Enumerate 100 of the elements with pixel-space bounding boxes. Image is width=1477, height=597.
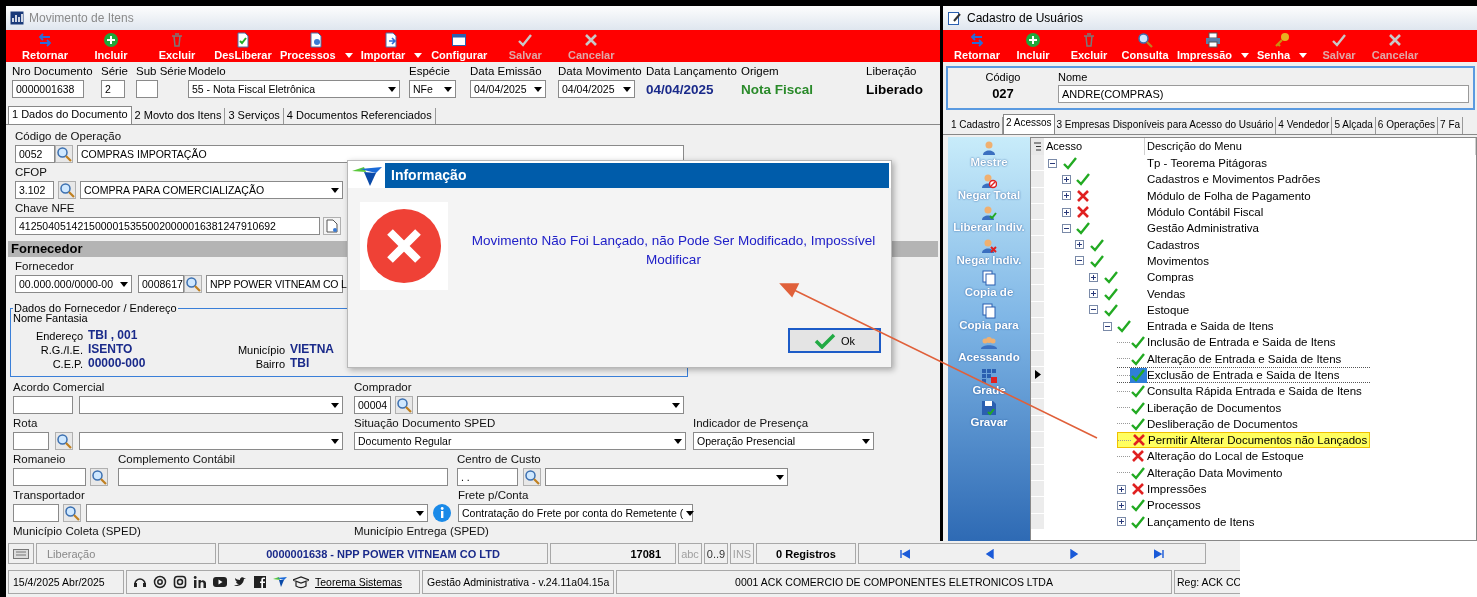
expander-toggle[interactable] [1116,500,1126,510]
search-button[interactable] [90,468,108,486]
expander-toggle[interactable] [1048,158,1057,168]
input-field[interactable]: 41250405142150000153550020000016381247910692 [15,217,320,235]
input-field[interactable]: 3.102 [15,181,54,199]
facebook-icon[interactable] [253,575,267,589]
tab[interactable]: 5 Alçada [1332,117,1376,134]
toolbar-button[interactable]: Retornar [949,32,1005,61]
tab[interactable]: 6 Operações [1375,117,1439,134]
tree-row[interactable]: Impressões [1031,480,1476,498]
tree-row[interactable]: Vendas [1031,285,1476,302]
input-field[interactable]: 00004 [354,396,391,414]
tab[interactable]: 4 Vendedor [1276,117,1333,134]
input-field[interactable] [118,468,448,486]
tree-row[interactable]: Consulta Rápida Entrada e Saida de Itens [1031,383,1476,400]
toolbar-button[interactable]: Senha [1253,32,1312,61]
search-button[interactable] [184,275,202,293]
input-field[interactable] [13,432,49,450]
company-link[interactable]: Teorema Sistemas [315,576,402,588]
dropdown[interactable] [79,396,343,414]
tab[interactable]: 1 Cadastro [949,117,1003,134]
tree-row[interactable]: Alteração Data Movimento [1031,464,1476,481]
expander-toggle[interactable] [1116,484,1126,494]
search-button[interactable] [55,145,73,163]
dropdown[interactable]: Contratação do Frete por conta do Remetente ( [458,504,693,522]
dropdown[interactable]: 55 - Nota Fiscal Eletrônica [188,80,400,98]
expander-toggle[interactable] [1089,305,1099,315]
ok-button[interactable]: Ok [788,328,881,353]
tree-row[interactable]: Movimentos [1031,252,1476,270]
toolbar-button[interactable]: DesLiberar [210,32,276,61]
linkedin-icon[interactable] [193,575,207,589]
tree-row[interactable]: Compras [1031,269,1476,286]
dropdown[interactable]: Operação Presencial [693,432,874,450]
tab[interactable]: 1 Dados do Documento [8,106,132,124]
input-field[interactable]: 2 [101,80,125,98]
tree-row[interactable]: Módulo Contábil Fiscal [1031,203,1476,221]
headset-icon[interactable] [133,575,147,589]
play-icon[interactable] [213,575,227,589]
toolbar-button[interactable]: Excluir [144,32,210,61]
dropdown[interactable] [86,504,428,522]
dropdown[interactable] [79,432,343,450]
tree-row[interactable]: Lançamento de Itens [1031,513,1476,530]
toolbar-button[interactable]: Processos [276,32,357,61]
next-icon[interactable] [1069,548,1080,559]
input-field[interactable] [136,80,158,98]
expander-toggle[interactable] [1089,272,1099,282]
search-button[interactable] [523,468,541,486]
input-field[interactable]: 0052 [15,145,55,163]
expander-toggle[interactable] [1102,321,1112,331]
expander-toggle[interactable] [1061,191,1071,201]
dropdown[interactable]: 00.000.000/0000-00 [15,275,132,293]
tree-row[interactable]: Entrada e Saida de Itens [1031,317,1476,335]
tree-row[interactable]: Cadastros [1031,236,1476,253]
dropdown[interactable] [545,468,788,486]
expander-toggle[interactable] [1089,289,1099,298]
first-page-icon[interactable] [900,548,911,559]
input-field[interactable]: COMPRAS IMPORTAÇÃO [77,145,684,163]
tree-row[interactable]: Inclusão de Entrada e Saida de Itens [1031,334,1476,351]
tree-row[interactable]: Cadastros e Movimentos Padrões [1031,171,1476,188]
column-menu-icon[interactable] [1034,142,1041,151]
input-field[interactable] [13,396,73,414]
tree-row[interactable]: Alteração de Entrada e Saida de Itens [1031,350,1476,367]
info-icon[interactable] [432,503,452,523]
tree-row[interactable]: Desliberação de Documentos [1031,415,1476,433]
search-button[interactable] [55,432,73,450]
last-page-icon[interactable] [1153,548,1164,559]
search-button[interactable] [395,396,413,414]
tree-row[interactable]: Tp - Teorema Pitágoras [1031,155,1476,172]
tab[interactable]: 2 Acessos [1002,114,1055,134]
input-field[interactable] [13,504,59,522]
camera-icon[interactable] [173,575,187,589]
tree-row[interactable]: Gestão Administrativa [1031,220,1476,237]
tree-row[interactable]: Alteração do Local de Estoque [1031,448,1476,465]
tree-row[interactable]: Módulo de Folha de Pagamento [1031,187,1476,204]
tree-row[interactable]: Estoque [1031,301,1476,318]
toolbar-button[interactable]: Configurar [426,32,493,61]
toolbar-button[interactable]: Importar [356,32,427,61]
tree-row[interactable]: Processos [1031,497,1476,514]
toolbar-button[interactable]: Incluir [78,32,144,61]
tab[interactable]: 7 Fa [1438,117,1464,134]
tree-row[interactable]: Exclusão de Entrada e Saida de Itens [1031,366,1476,384]
dropdown[interactable] [417,396,684,414]
expander-toggle[interactable] [1075,240,1085,250]
document-button[interactable] [323,217,341,235]
dropdown[interactable]: COMPRA PARA COMERCIALIZAÇÃO [80,181,343,199]
search-button[interactable] [63,504,81,522]
toolbar-button[interactable]: Impressão [1173,32,1254,61]
graduation-cap-icon[interactable] [293,575,309,589]
dropdown[interactable]: 04/04/2025 [470,80,546,98]
toolbar-button[interactable]: Retornar [12,32,78,61]
expander-toggle[interactable] [1061,223,1071,233]
input-field[interactable]: ANDRE(COMPRAS) [1058,85,1469,103]
search-button[interactable] [58,181,76,199]
logo-icon[interactable] [273,575,287,589]
dropdown[interactable]: NFe [409,80,456,98]
expander-toggle[interactable] [1075,256,1085,266]
tab[interactable]: 3 Empresas Disponíveis para Acesso do Usuário [1054,117,1277,134]
at-sign-icon[interactable] [153,575,167,589]
toolbar-button[interactable]: Consulta [1117,32,1173,61]
toolbar-button[interactable]: Excluir [1061,32,1117,61]
